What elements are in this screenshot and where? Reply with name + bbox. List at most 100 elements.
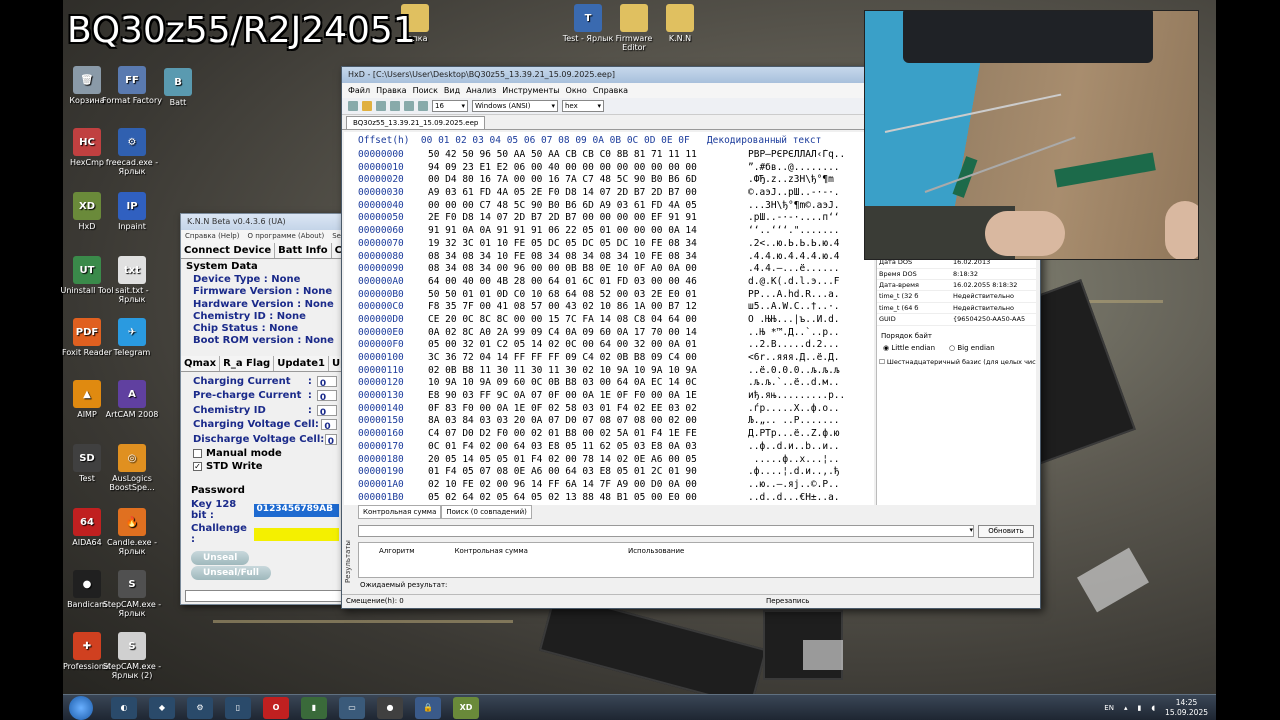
hex-row[interactable]: 000001B0 05 02 64 02 05 64 05 02 13 88 48…: [344, 492, 874, 505]
hex-row[interactable]: 00000040 00 00 00 C7 48 5C 90 B0 B6 6D A9…: [344, 200, 874, 213]
menu-analysis[interactable]: Анализ: [466, 86, 496, 95]
tab-qmax[interactable]: Qmax: [181, 355, 221, 371]
desktop-icon[interactable]: B Batt: [148, 68, 208, 107]
tab-ra-flag[interactable]: R_a Flag: [220, 355, 275, 371]
network-icon[interactable]: ▮: [1137, 704, 1141, 712]
menu-window[interactable]: Окно: [566, 86, 587, 95]
menu-view[interactable]: Вид: [444, 86, 460, 95]
document-tab[interactable]: BQ30z55_13.39.21_15.09.2025.eep: [346, 116, 486, 129]
desktop-icon[interactable]: ✈ Telegram: [102, 318, 162, 357]
unseal-button[interactable]: Unseal: [191, 551, 250, 566]
menu-edit[interactable]: Правка: [376, 86, 406, 95]
hex-row[interactable]: 000000C0 F8 35 7F 00 41 08 57 00 43 02 10…: [344, 301, 874, 314]
knn-titlebar[interactable]: K.N.N Beta v0.4.3.6 (UA): [181, 214, 349, 230]
std-write-checkbox[interactable]: ✓ STD Write: [181, 460, 349, 473]
param-input[interactable]: 0: [324, 433, 337, 447]
desktop-icon[interactable]: S StepCAM.exe - Ярлык: [102, 570, 162, 618]
hex-row[interactable]: 00000010 94 09 23 E1 E2 06 00 40 00 00 00…: [344, 162, 874, 175]
charset-select[interactable]: Windows (ANSI) ▾: [472, 100, 558, 112]
param-input[interactable]: 0: [321, 419, 337, 432]
bytes-per-row-select[interactable]: 16 ▾: [432, 100, 468, 112]
hex-row[interactable]: 000000B0 50 50 01 01 0D C0 10 68 64 08 52…: [344, 289, 874, 302]
knn-menu-settings[interactable]: Se: [332, 232, 341, 241]
close-icon[interactable]: [390, 101, 400, 111]
taskbar-app-button[interactable]: 🔒: [415, 696, 441, 719]
param-input[interactable]: 0: [316, 375, 337, 389]
desktop-icon[interactable]: ⚙ freecad.exe - Ярлык: [102, 128, 162, 176]
hex-row[interactable]: 00000170 0C 01 F4 02 00 64 03 E8 05 11 62…: [344, 441, 874, 454]
manual-mode-checkbox[interactable]: Manual mode: [181, 447, 349, 460]
hex-row[interactable]: 00000100 3C 36 72 04 14 FF FF FF 09 C4 02…: [344, 352, 874, 365]
clock[interactable]: 14:25 15.09.2025: [1165, 698, 1208, 718]
tab-connect-device[interactable]: Connect Device: [181, 243, 276, 258]
hex-row[interactable]: 000000D0 CE 20 0C 8C 8C 00 00 15 7C FA 14…: [344, 314, 874, 327]
tray-arrow-icon[interactable]: ▴: [1124, 704, 1128, 712]
paste-icon[interactable]: [418, 101, 428, 111]
language-indicator[interactable]: EN: [1104, 704, 1114, 712]
start-button[interactable]: [69, 695, 93, 720]
taskbar-app-button[interactable]: ●: [377, 696, 403, 719]
taskbar-app-button[interactable]: ▭: [339, 696, 365, 719]
taskbar-app-button[interactable]: ◐: [111, 696, 137, 719]
tab-search-results[interactable]: Поиск (0 совпадений): [441, 505, 532, 519]
tab-update1[interactable]: Update1: [274, 355, 329, 371]
knn-menu-about[interactable]: О программе (About): [248, 232, 325, 241]
desktop-icon[interactable]: A ArtCAM 2008: [102, 380, 162, 419]
hex-basis-checkbox[interactable]: ☐ Шестнадцатеричный базис (для целых чис…: [877, 354, 1036, 370]
hex-row[interactable]: 000001A0 02 10 FE 02 00 96 14 FF 6A 14 7F…: [344, 479, 874, 492]
param-input[interactable]: 0: [316, 390, 337, 403]
hex-row[interactable]: 00000020 00 D4 80 16 7A 00 00 16 7A C7 48…: [344, 174, 874, 187]
menu-tools[interactable]: Инструменты: [502, 86, 559, 95]
hex-row[interactable]: 00000120 10 9A 10 9A 09 60 0C 0B B8 03 00…: [344, 377, 874, 390]
key-input[interactable]: 0123456789AB: [253, 503, 339, 517]
taskbar-app-button[interactable]: ▯: [225, 696, 251, 719]
desktop-icon[interactable]: 🔥 Candle.exe - Ярлык: [102, 508, 162, 556]
param-input[interactable]: 0: [316, 404, 337, 418]
checkbox-box-checked[interactable]: ✓: [193, 462, 202, 472]
little-endian-radio[interactable]: ◉ Little endian: [883, 344, 935, 352]
hex-row[interactable]: 00000150 8A 03 84 03 03 20 0A 07 D0 07 08…: [344, 415, 874, 428]
taskbar-app-button[interactable]: ◆: [149, 696, 175, 719]
big-endian-radio[interactable]: ○ Big endian: [949, 344, 995, 352]
hex-row[interactable]: 00000080 08 34 08 34 10 FE 08 34 08 34 08…: [344, 251, 874, 264]
taskbar-app-button[interactable]: O: [263, 696, 289, 719]
offset-mode-select[interactable]: hex ▾: [562, 100, 604, 112]
hex-row[interactable]: 00000050 2E F0 D8 14 07 2D B7 2D B7 00 00…: [344, 212, 874, 225]
unseal-full-button[interactable]: Unseal/Full: [191, 566, 271, 581]
desktop-icon[interactable]: S StepCAM.exe - Ярлык (2): [102, 632, 162, 680]
copy-icon[interactable]: [404, 101, 414, 111]
refresh-button[interactable]: Обновить: [978, 525, 1034, 538]
hex-row[interactable]: 00000090 08 34 08 34 00 96 00 00 0B B8 0E…: [344, 263, 874, 276]
desktop-icon[interactable]: ◎ AusLogics BoostSpe...: [102, 444, 162, 492]
hex-row[interactable]: 00000160 C4 07 D0 D2 F0 00 02 01 B8 00 02…: [344, 428, 874, 441]
hex-row[interactable]: 000000E0 0A 02 8C A0 2A 99 09 C4 0A 09 60…: [344, 327, 874, 340]
open-folder-icon[interactable]: [362, 101, 372, 111]
hex-row[interactable]: 000000A0 64 00 40 00 4B 28 00 64 01 6C 01…: [344, 276, 874, 289]
hex-row[interactable]: 000000F0 05 00 32 01 C2 05 14 02 0C 00 64…: [344, 339, 874, 352]
taskbar-app-button[interactable]: ▮: [301, 696, 327, 719]
tab-batt-info[interactable]: Batt Info: [275, 243, 332, 258]
hex-row[interactable]: 00000070 19 32 3C 01 10 FE 05 DC 05 DC 05…: [344, 238, 874, 251]
checksum-select[interactable]: ▾: [358, 525, 974, 537]
hex-row[interactable]: 00000030 A9 03 61 FD 4A 05 2E F0 D8 14 07…: [344, 187, 874, 200]
volume-icon[interactable]: ◖: [1151, 704, 1155, 712]
desktop-icon[interactable]: IP Inpaint: [102, 192, 162, 231]
challenge-input[interactable]: [253, 527, 339, 541]
hex-row[interactable]: 00000180 20 05 14 05 05 01 F4 02 00 78 14…: [344, 454, 874, 467]
hex-row[interactable]: 00000000 50 42 50 96 50 AA 50 AA CB CB C0…: [344, 149, 874, 162]
desktop-icon[interactable]: K.N.N: [650, 4, 710, 43]
new-file-icon[interactable]: [348, 101, 358, 111]
hex-row[interactable]: 00000140 0F 83 F0 00 0A 1E 0F 02 58 03 01…: [344, 403, 874, 416]
taskbar-app-button[interactable]: XD: [453, 696, 479, 719]
taskbar-app-button[interactable]: ⚙: [187, 696, 213, 719]
desktop-icon[interactable]: txt sait.txt - Ярлык: [102, 256, 162, 304]
menu-help[interactable]: Справка: [593, 86, 628, 95]
hex-row[interactable]: 00000190 01 F4 05 07 08 0E A6 00 64 03 E8…: [344, 466, 874, 479]
hex-row[interactable]: 00000060 91 91 0A 0A 91 91 91 06 22 05 01…: [344, 225, 874, 238]
menu-search[interactable]: Поиск: [413, 86, 438, 95]
menu-file[interactable]: Файл: [348, 86, 370, 95]
knn-menu-help[interactable]: Справка (Help): [185, 232, 240, 241]
checkbox-box[interactable]: [193, 449, 202, 459]
hex-row[interactable]: 00000130 E8 90 03 FF 9C 0A 07 0F 00 0A 1E…: [344, 390, 874, 403]
tab-checksum[interactable]: Контрольная сумма: [358, 505, 442, 519]
